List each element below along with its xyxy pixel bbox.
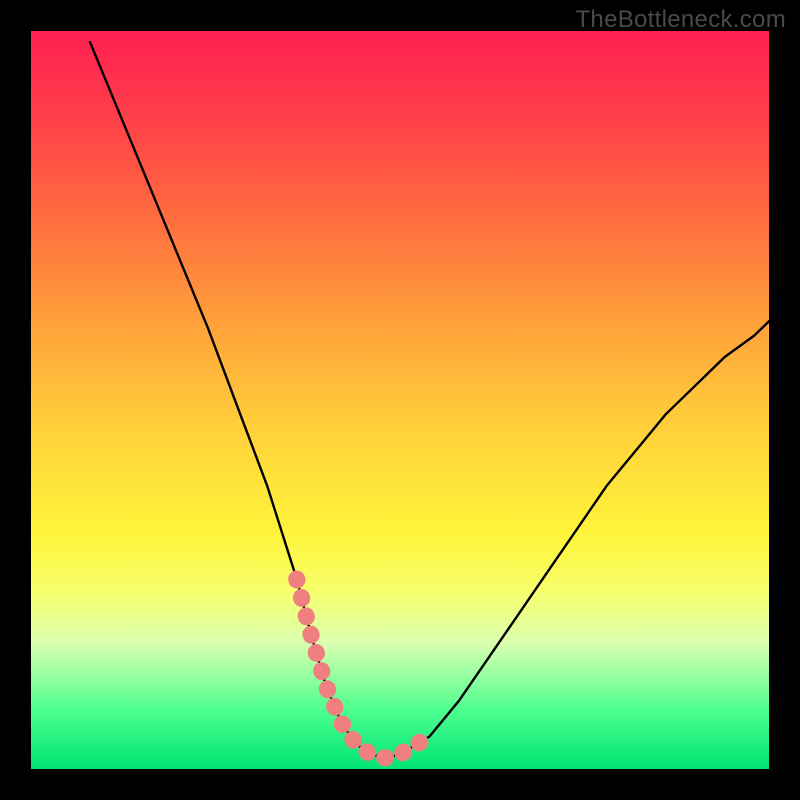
bottleneck-curve-svg <box>31 31 769 769</box>
bottleneck-curve-path <box>90 42 769 758</box>
plot-area <box>31 31 769 769</box>
watermark-text: TheBottleneck.com <box>575 6 786 34</box>
chart-frame: TheBottleneck.com <box>0 0 800 800</box>
optimal-range-path <box>297 579 430 758</box>
